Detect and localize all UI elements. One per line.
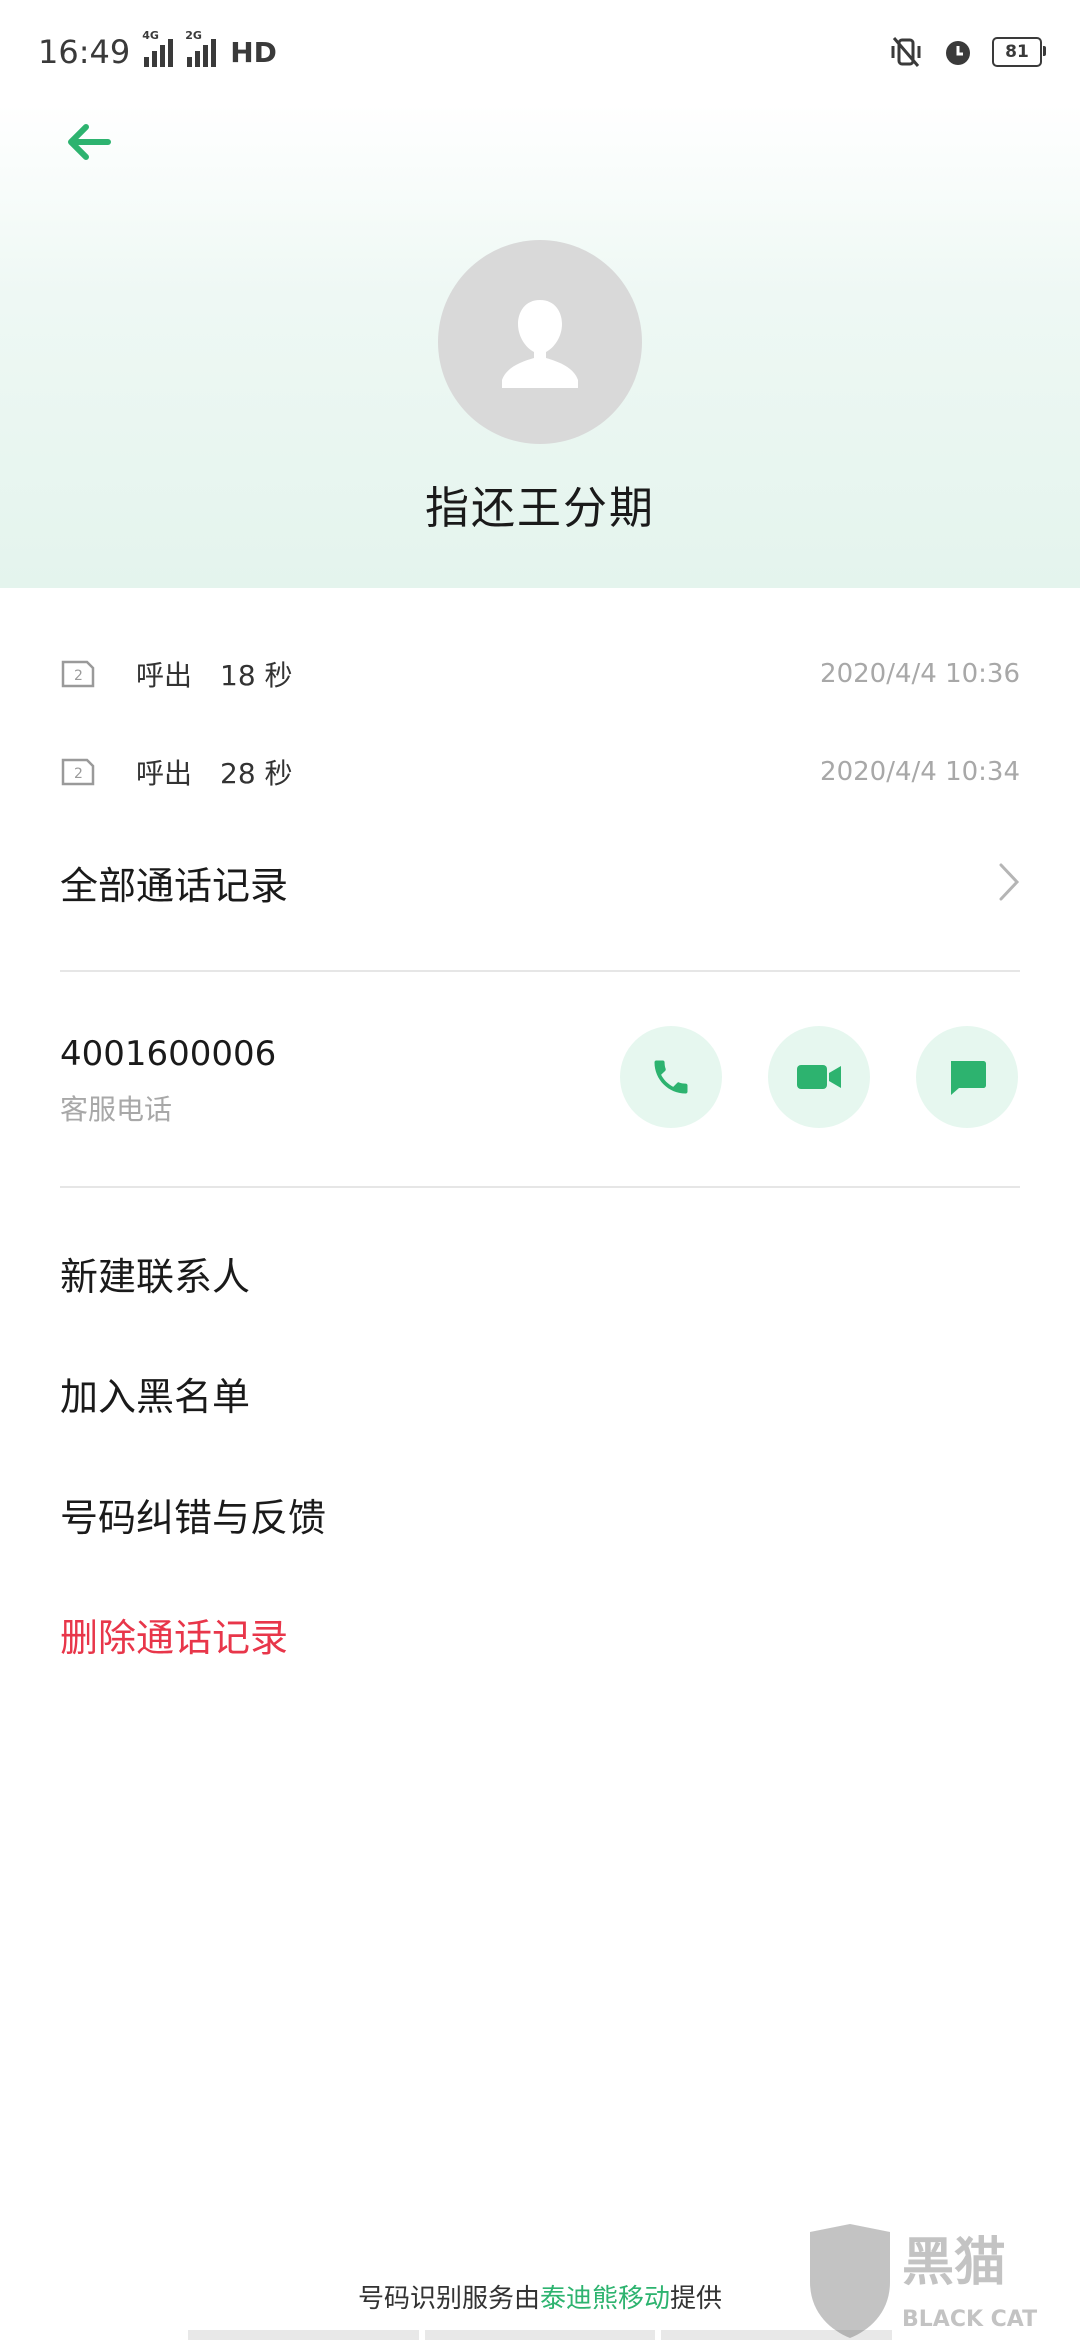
call-record-row: 2 呼出 18 秒 2020/4/4 10:36: [60, 644, 1020, 704]
phone-icon: [654, 1060, 688, 1094]
svg-text:2: 2: [74, 766, 83, 782]
call-record-row: 2 呼出 28 秒 2020/4/4 10:34: [60, 742, 1020, 802]
all-call-records-label: 全部通话记录: [60, 863, 289, 908]
footer-provider-link[interactable]: 泰迪熊移动: [540, 2284, 670, 2314]
svg-text:BLACK CAT: BLACK CAT: [902, 2307, 1037, 2332]
signal-2g-icon: 2G: [185, 29, 217, 67]
avatar: [438, 240, 642, 444]
divider: [60, 1186, 1020, 1188]
phone-number-label: 客服电话: [60, 1093, 173, 1126]
alarm-icon: [946, 41, 970, 65]
arrow-left-icon: [68, 124, 111, 160]
call-type: 呼出: [136, 659, 193, 692]
call-duration: 28 秒: [220, 757, 293, 790]
svg-text:2: 2: [74, 668, 83, 684]
all-call-records-link[interactable]: 全部通话记录: [60, 850, 1020, 914]
call-button[interactable]: [620, 1026, 722, 1128]
add-to-blacklist-button[interactable]: 加入黑名单: [60, 1366, 250, 1421]
divider: [60, 970, 1020, 972]
sim-card-icon: 2: [61, 660, 95, 688]
call-time: 2020/4/4 10:34: [820, 757, 1020, 787]
watermark-logo: 黑猫 BLACK CAT: [810, 2224, 1037, 2338]
number-feedback-button[interactable]: 号码纠错与反馈: [60, 1487, 326, 1542]
hd-indicator: HD: [230, 35, 277, 69]
phone-number: 4001600006: [60, 1034, 277, 1074]
video-camera-icon: [797, 1065, 841, 1089]
sim-card-icon: 2: [61, 758, 95, 786]
status-bar: 16:49 4G 2G HD 81: [0, 0, 1080, 104]
delete-call-records-button[interactable]: 删除通话记录: [60, 1607, 288, 1662]
battery-icon: 81: [992, 37, 1046, 67]
navigation-bar: [188, 2330, 893, 2340]
chevron-right-icon: [999, 863, 1020, 901]
message-button[interactable]: [916, 1026, 1018, 1128]
footer-suffix: 提供: [670, 2284, 723, 2314]
footer-prefix: 号码识别服务由: [357, 2284, 540, 2314]
chat-bubble-icon: [951, 1061, 986, 1095]
status-bar-right: 81: [888, 36, 1046, 68]
status-bar-left: 16:49 4G 2G HD: [38, 29, 277, 71]
phone-number-block[interactable]: 4001600006 客服电话: [60, 1034, 276, 1128]
back-button[interactable]: [56, 110, 120, 174]
contact-name: 指还王分期: [425, 483, 655, 534]
call-duration: 18 秒: [220, 659, 293, 692]
video-call-button[interactable]: [768, 1026, 870, 1128]
call-type: 呼出: [136, 757, 193, 790]
battery-level: 81: [1005, 42, 1029, 62]
person-icon: [502, 300, 578, 388]
vibrate-mute-icon: [891, 37, 921, 67]
status-time: 16:49: [38, 33, 131, 71]
call-time: 2020/4/4 10:36: [820, 659, 1020, 689]
new-contact-button[interactable]: 新建联系人: [60, 1246, 250, 1301]
signal-4g-icon: 4G: [142, 29, 174, 67]
svg-text:黑猫: 黑猫: [902, 2233, 1006, 2293]
